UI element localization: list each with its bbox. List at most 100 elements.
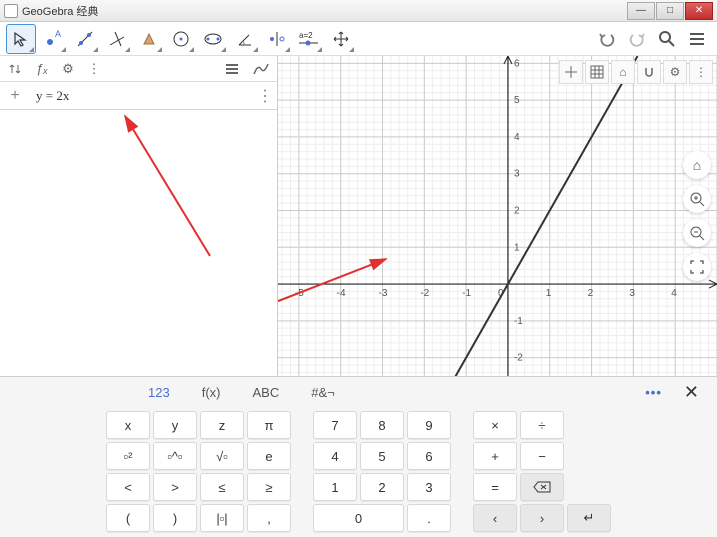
keyboard-close[interactable]: ✕ (676, 382, 707, 403)
svg-text:5: 5 (514, 95, 520, 106)
key-e[interactable]: e (247, 442, 291, 470)
svg-text:4: 4 (514, 132, 520, 143)
tab-fx[interactable]: f(x) (188, 381, 235, 404)
tool-conic[interactable] (198, 24, 228, 54)
key-0[interactable]: 0 (313, 504, 404, 532)
key-4[interactable]: 4 (313, 442, 357, 470)
tool-polygon[interactable] (134, 24, 164, 54)
key-−[interactable]: − (520, 442, 564, 470)
key-dot[interactable]: . (407, 504, 451, 532)
sort-icon[interactable] (6, 59, 26, 79)
undo-button[interactable] (593, 25, 621, 53)
key-÷[interactable]: ÷ (520, 411, 564, 439)
key-y[interactable]: y (153, 411, 197, 439)
key-≤[interactable]: ≤ (200, 473, 244, 501)
svg-text:-3: -3 (379, 288, 388, 299)
key-=[interactable]: = (473, 473, 517, 501)
key-▫^▫[interactable]: ▫^▫ (153, 442, 197, 470)
svg-text:-5: -5 (295, 288, 304, 299)
main-toolbar: A a=2 (0, 22, 717, 56)
key-paren-close[interactable]: ) (153, 504, 197, 532)
zoom-in-button[interactable] (683, 185, 711, 213)
key-abs[interactable]: |▫| (200, 504, 244, 532)
fullscreen-button[interactable] (683, 253, 711, 281)
key-8[interactable]: 8 (360, 411, 404, 439)
tool-transform[interactable] (262, 24, 292, 54)
graphics-stylebar: ⌂ ⚙ ⋮ (559, 60, 713, 84)
snap-button[interactable] (637, 60, 661, 84)
svg-text:3: 3 (514, 169, 520, 180)
tool-line[interactable] (70, 24, 100, 54)
key-z[interactable]: z (200, 411, 244, 439)
key-1[interactable]: 1 (313, 473, 357, 501)
algebra-input-row[interactable]: + y = 2x ⋮ (0, 82, 277, 110)
key-enter[interactable]: ↵ (567, 504, 611, 532)
key->[interactable]: > (153, 473, 197, 501)
tab-abc[interactable]: ABC (238, 381, 293, 404)
graphics-panel[interactable]: ⌂ ⚙ ⋮ ⌂ -5-4-3-2-101234-2-1123456 (278, 56, 717, 376)
key-comma[interactable]: , (247, 504, 291, 532)
keyboard-more[interactable]: ••• (635, 385, 672, 400)
add-icon[interactable]: + (0, 87, 30, 105)
svg-text:A: A (55, 29, 61, 39)
svg-text:-2: -2 (514, 353, 523, 364)
tab-sym[interactable]: #&¬ (297, 381, 349, 404)
zoom-out-button[interactable] (683, 219, 711, 247)
tool-angle[interactable] (230, 24, 260, 54)
svg-text:3: 3 (629, 288, 635, 299)
svg-text:a=2: a=2 (299, 31, 313, 40)
svg-text:2: 2 (514, 205, 520, 216)
key-<[interactable]: < (106, 473, 150, 501)
grid-toggle[interactable] (585, 60, 609, 84)
svg-text:-1: -1 (514, 316, 523, 327)
view-controls: ⌂ (683, 151, 711, 281)
key-⌫[interactable] (520, 473, 564, 501)
key-right[interactable]: › (520, 504, 564, 532)
stylebar-more[interactable]: ⋮ (689, 60, 713, 84)
key-2[interactable]: 2 (360, 473, 404, 501)
key-×[interactable]: × (473, 411, 517, 439)
search-button[interactable] (653, 25, 681, 53)
key-▫²[interactable]: ▫² (106, 442, 150, 470)
row-more-icon[interactable]: ⋮ (257, 86, 277, 106)
settings-button[interactable]: ⚙ (663, 60, 687, 84)
key-π[interactable]: π (247, 411, 291, 439)
redo-button[interactable] (623, 25, 651, 53)
tool-circle[interactable] (166, 24, 196, 54)
toggle-graph-icon[interactable] (251, 59, 271, 79)
key-≥[interactable]: ≥ (247, 473, 291, 501)
home-view-button[interactable]: ⌂ (683, 151, 711, 179)
key-7[interactable]: 7 (313, 411, 357, 439)
minimize-button[interactable]: — (627, 2, 655, 20)
toggle-lines-icon[interactable] (225, 59, 245, 79)
tool-move-view[interactable] (326, 24, 356, 54)
key-5[interactable]: 5 (360, 442, 404, 470)
home-button[interactable]: ⌂ (611, 60, 635, 84)
graph-canvas[interactable]: -5-4-3-2-101234-2-1123456 (278, 56, 717, 376)
fx-icon[interactable]: ƒₓ (32, 59, 52, 79)
svg-text:-2: -2 (420, 288, 429, 299)
maximize-button[interactable]: □ (656, 2, 684, 20)
menu-button[interactable] (683, 25, 711, 53)
more-icon[interactable]: ⋮ (84, 59, 104, 79)
svg-text:1: 1 (546, 288, 552, 299)
key-+[interactable]: + (473, 442, 517, 470)
tool-slider[interactable]: a=2 (294, 24, 324, 54)
tool-move[interactable] (6, 24, 36, 54)
close-button[interactable]: ✕ (685, 2, 713, 20)
key-3[interactable]: 3 (407, 473, 451, 501)
key-9[interactable]: 9 (407, 411, 451, 439)
key-left[interactable]: ‹ (473, 504, 517, 532)
axes-toggle[interactable] (559, 60, 583, 84)
expression-text[interactable]: y = 2x (30, 88, 257, 104)
key-grid: xyzπ789 ×÷ ▫²▫^▫√▫e456 +− <>≤≥123 = ()|▫|, 0. ‹›… (0, 407, 717, 537)
tab-123[interactable]: 123 (134, 381, 184, 404)
svg-text:-4: -4 (337, 288, 346, 299)
tool-point[interactable]: A (38, 24, 68, 54)
key-√▫[interactable]: √▫ (200, 442, 244, 470)
tool-perpendicular[interactable] (102, 24, 132, 54)
key-paren-open[interactable]: ( (106, 504, 150, 532)
gear-icon[interactable]: ⚙ (58, 59, 78, 79)
key-x[interactable]: x (106, 411, 150, 439)
key-6[interactable]: 6 (407, 442, 451, 470)
